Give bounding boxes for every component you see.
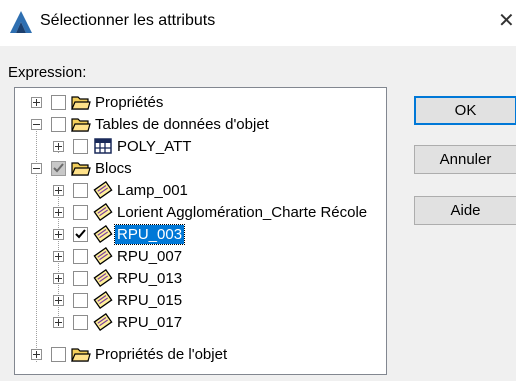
tree-node-rpu-017[interactable]: RPU_017 — [15, 312, 386, 334]
help-button[interactable]: Aide — [414, 196, 516, 225]
attribute-tree[interactable]: Propriétés Tables de données d'objet POL… — [14, 87, 387, 375]
node-checkbox[interactable] — [73, 249, 88, 264]
expand-plus-icon[interactable] — [53, 141, 64, 152]
block-icon — [93, 269, 113, 287]
checkmark-icon — [75, 229, 86, 239]
tree-node-lorient[interactable]: Lorient Agglomération_Charte Récole — [15, 202, 386, 224]
tree-node-rpu-003[interactable]: RPU_003 — [15, 224, 386, 246]
expand-plus-icon[interactable] — [53, 207, 64, 218]
tree-node-label: RPU_017 — [117, 314, 183, 331]
node-checkbox[interactable] — [51, 161, 66, 176]
node-checkbox[interactable] — [73, 271, 88, 286]
node-checkbox[interactable] — [73, 227, 88, 242]
block-icon — [93, 313, 113, 331]
expand-plus-icon[interactable] — [31, 97, 42, 108]
tree-node-proprietes[interactable]: Propriétés — [15, 92, 386, 114]
tree-node-rpu-013[interactable]: RPU_013 — [15, 268, 386, 290]
window-title: Sélectionner les attributs — [40, 12, 216, 29]
tree-node-poly-att[interactable]: POLY_ATT — [15, 136, 386, 158]
tree-node-label: RPU_013 — [117, 270, 183, 287]
expand-plus-icon[interactable] — [53, 317, 64, 328]
tree-node-blocs[interactable]: Blocs — [15, 158, 386, 180]
expand-plus-icon[interactable] — [31, 349, 42, 360]
block-icon — [93, 225, 113, 243]
title-bar: Sélectionner les attributs ✕ — [0, 0, 516, 46]
close-button[interactable]: ✕ — [498, 8, 516, 34]
block-icon — [93, 203, 113, 221]
tree-node-proprietes-objet[interactable]: Propriétés de l'objet — [15, 344, 386, 366]
tree-node-label: Blocs — [95, 160, 132, 177]
folder-icon — [71, 348, 91, 362]
folder-icon — [71, 96, 91, 110]
block-icon — [93, 181, 113, 199]
tree-node-label: RPU_003 — [113, 224, 186, 245]
tree-node-rpu-015[interactable]: RPU_015 — [15, 290, 386, 312]
expand-plus-icon[interactable] — [53, 229, 64, 240]
tree-node-tables-donnees[interactable]: Tables de données d'objet — [15, 114, 386, 136]
checkmark-icon — [53, 163, 64, 173]
node-checkbox[interactable] — [51, 95, 66, 110]
node-checkbox[interactable] — [73, 315, 88, 330]
block-icon — [93, 247, 113, 265]
node-checkbox[interactable] — [73, 183, 88, 198]
tree-node-lamp-001[interactable]: Lamp_001 — [15, 180, 386, 202]
tree-node-label: Lorient Agglomération_Charte Récole — [117, 204, 368, 221]
expand-plus-icon[interactable] — [53, 273, 64, 284]
tree-node-label: RPU_015 — [117, 292, 183, 309]
tree-node-label: RPU_007 — [117, 248, 183, 265]
node-checkbox[interactable] — [73, 139, 88, 154]
collapse-minus-icon[interactable] — [31, 163, 42, 174]
expression-label: Expression: — [8, 64, 87, 81]
tree-node-rpu-007[interactable]: RPU_007 — [15, 246, 386, 268]
collapse-minus-icon[interactable] — [31, 119, 42, 130]
tree-node-label: Lamp_001 — [117, 182, 188, 199]
tree-node-label: Propriétés — [95, 94, 164, 111]
tree-node-label: Propriétés de l'objet — [95, 346, 228, 363]
node-checkbox[interactable] — [73, 205, 88, 220]
cancel-button[interactable]: Annuler — [414, 145, 516, 174]
ok-button[interactable]: OK — [414, 96, 516, 125]
table-icon — [94, 138, 112, 154]
expand-plus-icon[interactable] — [53, 185, 64, 196]
expand-plus-icon[interactable] — [53, 295, 64, 306]
app-logo-icon — [10, 11, 32, 33]
tree-node-label: Tables de données d'objet — [95, 116, 269, 133]
tree-node-label: POLY_ATT — [117, 138, 192, 155]
folder-icon — [71, 162, 91, 176]
node-checkbox[interactable] — [73, 293, 88, 308]
node-checkbox[interactable] — [51, 347, 66, 362]
node-checkbox[interactable] — [51, 117, 66, 132]
block-icon — [93, 291, 113, 309]
folder-icon — [71, 118, 91, 132]
expand-plus-icon[interactable] — [53, 251, 64, 262]
